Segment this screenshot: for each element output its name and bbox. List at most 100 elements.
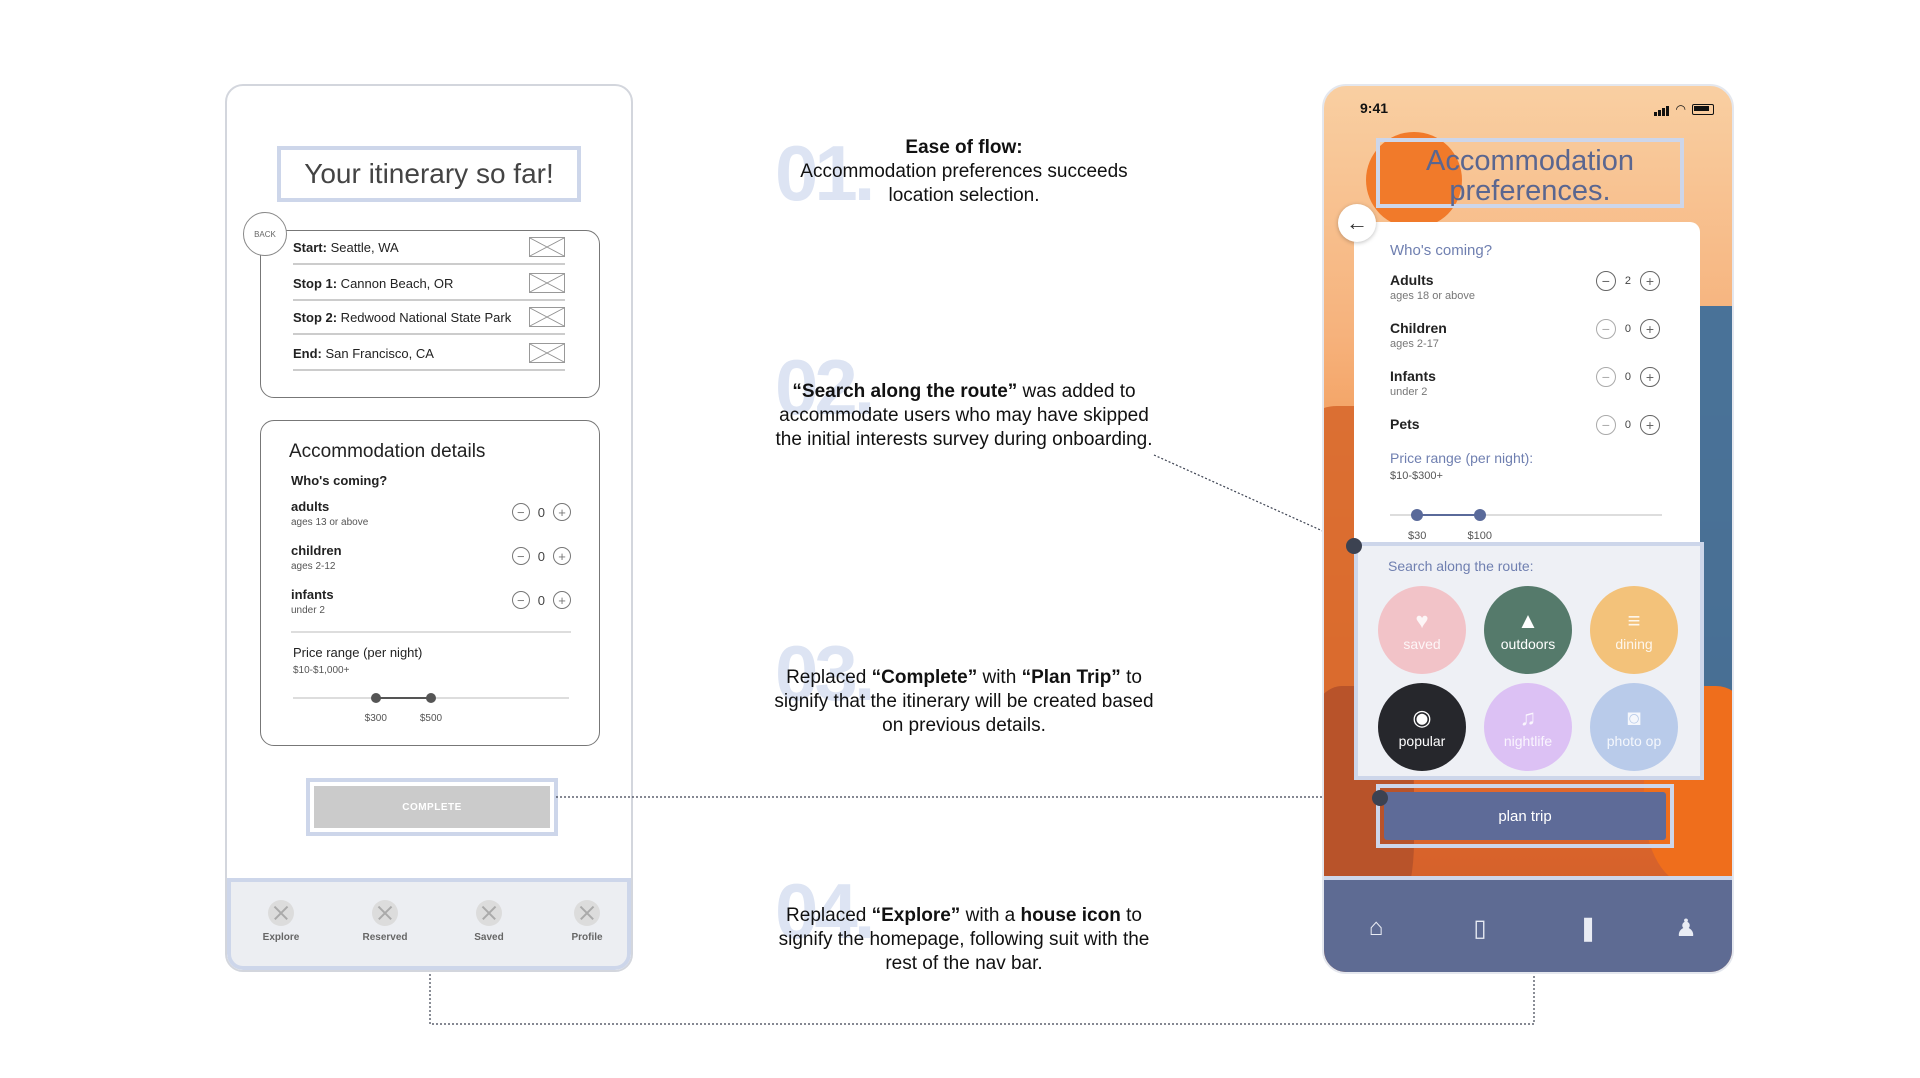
guest-sub: under 2: [291, 605, 325, 616]
annotation-plain: with: [977, 667, 1022, 688]
preferences-card: Who's coming? Adults ages 18 or above − …: [1354, 222, 1700, 542]
nav-item-explore[interactable]: Explore: [241, 900, 321, 943]
wireframe-phone: Your itinerary so far! BACK Start: Seatt…: [225, 84, 633, 972]
nav-item-profile[interactable]: Profile: [547, 900, 627, 943]
minus-icon[interactable]: −: [511, 503, 530, 521]
divider: [291, 631, 571, 633]
home-icon[interactable]: ⌂: [1356, 914, 1396, 942]
plus-icon[interactable]: +: [553, 591, 571, 609]
guest-row-adults: Adults ages 18 or above − 2 +: [1390, 271, 1660, 308]
guest-sub: under 2: [1390, 386, 1428, 398]
nav-item-reserved[interactable]: Reserved: [345, 900, 425, 943]
annotation-bold: “Plan Trip”: [1021, 667, 1121, 688]
guest-count: 0: [1624, 371, 1631, 383]
price-range-value: $10-$300+: [1390, 470, 1443, 482]
nav-item-saved[interactable]: Saved: [449, 900, 529, 943]
annotation-text: Replaced “Complete” with “Plan Trip” to …: [772, 666, 1156, 738]
stop-label: Stop 2:: [293, 309, 338, 325]
category-outdoors[interactable]: ▲ outdoors: [1484, 586, 1572, 674]
price-slider[interactable]: $300 $500: [293, 693, 569, 724]
image-placeholder-icon: [529, 273, 565, 293]
guest-label: infants: [291, 587, 334, 602]
slider-handle-high[interactable]: [426, 693, 436, 703]
stop-value: Seattle, WA: [326, 239, 399, 255]
category-label: dining: [1615, 635, 1653, 652]
slider-handle-high[interactable]: [1473, 509, 1486, 521]
guest-row-adults: adults ages 13 or above − 0 +: [291, 499, 571, 535]
price-slider[interactable]: $30 $100: [1390, 509, 1662, 542]
accommodation-details-card: Accommodation details Who's coming? adul…: [260, 420, 600, 746]
drink-icon: ≡: [1627, 607, 1641, 633]
image-placeholder-icon: [529, 307, 565, 327]
price-slider-fill: [1417, 514, 1480, 516]
placeholder-icon: [476, 900, 502, 926]
stop-row[interactable]: End: San Francisco, CA: [293, 337, 565, 371]
category-label: photo op: [1606, 732, 1662, 749]
category-popular[interactable]: ◉ popular: [1378, 683, 1466, 771]
category-label: saved: [1403, 635, 1441, 652]
category-saved[interactable]: ♥ saved: [1378, 586, 1466, 674]
minus-icon[interactable]: −: [1595, 319, 1616, 339]
minus-icon[interactable]: −: [1595, 271, 1616, 291]
category-dining[interactable]: ≡ dining: [1590, 586, 1678, 674]
guest-sub: ages 13 or above: [291, 517, 369, 528]
reserved-icon[interactable]: ▯: [1460, 914, 1500, 943]
plus-icon[interactable]: +: [1640, 319, 1660, 339]
stop-label: End:: [293, 345, 322, 361]
annotation-bold: house icon: [1020, 905, 1121, 926]
plan-trip-highlight: plan trip: [1376, 784, 1674, 848]
guest-label: Pets: [1390, 416, 1420, 432]
minus-icon[interactable]: −: [511, 591, 530, 609]
stop-value: San Francisco, CA: [321, 345, 434, 361]
guest-count: 0: [1624, 323, 1631, 335]
slider-handle-low[interactable]: [370, 693, 381, 703]
plus-icon[interactable]: +: [1640, 415, 1660, 435]
guest-count: 2: [1624, 275, 1631, 287]
guest-sub: ages 2-12: [291, 561, 336, 572]
stop-label: Stop 1:: [293, 275, 338, 291]
annotation-plain: Accommodation preferences succeeds locat…: [800, 161, 1128, 206]
guest-row-children: Children ages 2-17 − 0 +: [1390, 319, 1660, 356]
guest-label: adults: [291, 499, 330, 514]
hifi-nav-bar: ⌂ ▯ ❚ ♟: [1324, 876, 1732, 972]
minus-icon[interactable]: −: [511, 547, 530, 565]
stop-row[interactable]: Stop 2: Redwood National State Park: [293, 301, 565, 335]
stop-value: Redwood National State Park: [337, 309, 512, 325]
route-label: Search along the route:: [1388, 558, 1534, 574]
slider-high-label: $100: [1467, 530, 1492, 542]
nav-label: Reserved: [362, 932, 408, 943]
mountain-icon: ▲: [1517, 607, 1539, 633]
stop-row[interactable]: Start: Seattle, WA: [293, 231, 565, 265]
plus-icon[interactable]: +: [1640, 367, 1660, 387]
placeholder-icon: [372, 900, 398, 926]
whos-coming-label: Who's coming?: [1390, 242, 1493, 259]
annotation-plain: Replaced: [786, 667, 872, 688]
guest-count: 0: [1624, 419, 1631, 431]
annotation-text: “Search along the route” was added to ac…: [772, 380, 1156, 452]
category-label: nightlife: [1503, 732, 1553, 749]
category-photo-op[interactable]: ◙ photo op: [1590, 683, 1678, 771]
category-nightlife[interactable]: ♫ nightlife: [1484, 683, 1572, 771]
complete-button[interactable]: COMPLETE: [314, 786, 550, 828]
profile-icon[interactable]: ♟: [1666, 914, 1706, 943]
complete-button-highlight: COMPLETE: [306, 778, 558, 836]
wireframe-nav-bar: Explore Reserved Saved Profile: [227, 878, 631, 970]
plus-icon[interactable]: +: [553, 547, 571, 565]
plan-trip-button[interactable]: plan trip: [1384, 792, 1666, 840]
back-arrow-icon[interactable]: ←: [1338, 204, 1376, 242]
bookmark-icon[interactable]: ❚: [1568, 914, 1608, 943]
signal-icon: [1653, 102, 1670, 116]
plus-icon[interactable]: +: [553, 503, 571, 521]
guest-sub: ages 2-17: [1390, 338, 1439, 350]
slider-low-label: $300: [364, 713, 387, 724]
connector-dot: [1372, 790, 1388, 806]
minus-icon[interactable]: −: [1595, 415, 1616, 435]
minus-icon[interactable]: −: [1595, 367, 1616, 387]
annotation-bold: “Search along the route”: [792, 381, 1018, 402]
music-icon: ♫: [1519, 704, 1537, 730]
guest-count: 0: [537, 504, 545, 520]
stop-row[interactable]: Stop 1: Cannon Beach, OR: [293, 267, 565, 301]
back-button[interactable]: BACK: [243, 212, 287, 256]
slider-handle-low[interactable]: [1411, 509, 1424, 521]
plus-icon[interactable]: +: [1640, 271, 1660, 291]
